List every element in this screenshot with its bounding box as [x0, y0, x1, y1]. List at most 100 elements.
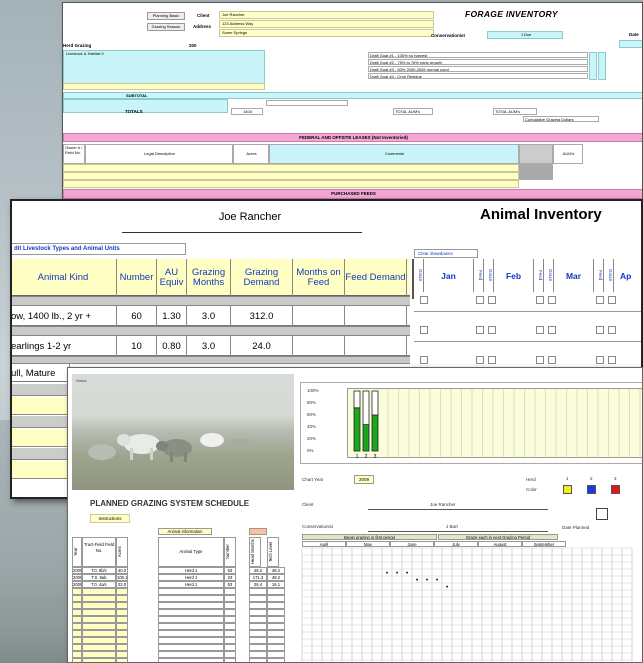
- schedule-cell-number[interactable]: [224, 637, 236, 644]
- lease-row-1[interactable]: [63, 164, 519, 172]
- schedule-cell-field[interactable]: [82, 623, 116, 630]
- row-animal-kind[interactable]: ow, 1400 lb., 2 yr +: [12, 306, 117, 326]
- schedule-cell-animal[interactable]: [158, 630, 224, 637]
- checkbox[interactable]: [548, 356, 556, 364]
- schedule-cell-year[interactable]: [72, 602, 82, 609]
- schedule-cell-tl[interactable]: 48.2: [267, 574, 285, 581]
- schedule-cell-number[interactable]: [224, 609, 236, 616]
- schedule-cell-year[interactable]: [72, 630, 82, 637]
- schedule-cell-tl[interactable]: [267, 651, 285, 658]
- schedule-cell-number[interactable]: 23: [224, 574, 236, 581]
- schedule-cell-field[interactable]: T.0. 8b/c: [82, 567, 116, 574]
- schedule-cell-animal[interactable]: [158, 602, 224, 609]
- schedule-cell-animal[interactable]: Herd 1: [158, 567, 224, 574]
- schedule-cell-year[interactable]: [72, 616, 82, 623]
- schedule-cell-hm[interactable]: [249, 609, 267, 616]
- checkbox[interactable]: [476, 356, 484, 364]
- checkbox[interactable]: [488, 326, 496, 334]
- grazing-period-mark[interactable]: •: [396, 571, 398, 577]
- schedule-cell-acres[interactable]: 22.0: [116, 581, 128, 588]
- checkbox[interactable]: [596, 356, 604, 364]
- schedule-cell-year[interactable]: [72, 637, 82, 644]
- herd-2-swatch[interactable]: [587, 485, 596, 494]
- checkbox[interactable]: [548, 296, 556, 304]
- row-number[interactable]: 60: [117, 306, 157, 326]
- schedule-cell-tl[interactable]: [267, 623, 285, 630]
- schedule-cell-hm[interactable]: [249, 630, 267, 637]
- schedule-cell-number[interactable]: [224, 623, 236, 630]
- schedule-cell-animal[interactable]: [158, 595, 224, 602]
- planning-basic-button[interactable]: Planning Basic: [147, 12, 185, 20]
- schedule-cell-year[interactable]: [72, 644, 82, 651]
- schedule-cell-acres[interactable]: [116, 644, 128, 651]
- schedule-cell-year[interactable]: [72, 595, 82, 602]
- row-number[interactable]: 10: [117, 336, 157, 356]
- schedule-cell-acres[interactable]: [116, 623, 128, 630]
- schedule-cell-acres[interactable]: [116, 602, 128, 609]
- schedule-cell-hm[interactable]: [249, 616, 267, 623]
- clear-drawdowns-button[interactable]: Clear drawdowns: [414, 249, 478, 258]
- schedule-cell-tl[interactable]: [267, 588, 285, 595]
- address-field-1[interactable]: 123 Address Way: [219, 20, 434, 28]
- livestock-notes-field[interactable]: Livestock & Habitat II: [63, 50, 265, 86]
- schedule-cell-field[interactable]: [82, 595, 116, 602]
- schedule-cell-field[interactable]: [82, 602, 116, 609]
- lease-row-3[interactable]: [63, 180, 519, 188]
- schedule-cell-tl[interactable]: [267, 616, 285, 623]
- schedule-cell-hm[interactable]: [249, 644, 267, 651]
- checkbox[interactable]: [596, 326, 604, 334]
- lease-row-2[interactable]: [63, 172, 519, 180]
- schedule-cell-animal[interactable]: [158, 588, 224, 595]
- checkbox[interactable]: [476, 296, 484, 304]
- schedule-cell-animal[interactable]: [158, 644, 224, 651]
- schedule-cell-acres[interactable]: [116, 637, 128, 644]
- schedule-cell-field[interactable]: [82, 588, 116, 595]
- schedule-cell-number[interactable]: [224, 644, 236, 651]
- schedule-cell-animal[interactable]: Herd 1: [158, 574, 224, 581]
- schedule-cell-acres[interactable]: [116, 609, 128, 616]
- grazing-period-mark[interactable]: •: [426, 578, 428, 584]
- checkbox[interactable]: [596, 296, 604, 304]
- schedule-cell-hm[interactable]: [249, 588, 267, 595]
- checkbox[interactable]: [536, 326, 544, 334]
- schedule-cell-acres[interactable]: [116, 651, 128, 658]
- row-animal-kind[interactable]: ull, Mature: [12, 364, 70, 382]
- address-field-2[interactable]: Some Springs: [219, 29, 434, 37]
- schedule-cell-field[interactable]: T.0. 8ab: [82, 574, 116, 581]
- schedule-cell-number[interactable]: [224, 658, 236, 662]
- schedule-cell-animal[interactable]: [158, 623, 224, 630]
- checkbox[interactable]: [548, 326, 556, 334]
- schedule-cell-acres[interactable]: 100.1: [116, 574, 128, 581]
- schedule-cell-number[interactable]: [224, 651, 236, 658]
- schedule-cell-number[interactable]: [224, 630, 236, 637]
- schedule-cell-year[interactable]: 2009: [72, 581, 82, 588]
- schedule-cell-hm[interactable]: [249, 602, 267, 609]
- schedule-cell-number[interactable]: [224, 602, 236, 609]
- schedule-cell-hm[interactable]: 48.2: [249, 567, 267, 574]
- checkbox[interactable]: [420, 326, 428, 334]
- schedule-cell-year[interactable]: [72, 609, 82, 616]
- schedule-cell-number[interactable]: 63: [224, 567, 236, 574]
- schedule-cell-year[interactable]: [72, 658, 82, 662]
- table-row[interactable]: [12, 461, 70, 479]
- grazing-period-mark[interactable]: •: [416, 578, 418, 584]
- schedule-cell-hm[interactable]: [249, 658, 267, 662]
- schedule-cell-hm[interactable]: 171.3: [249, 574, 267, 581]
- schedule-cell-animal[interactable]: [158, 609, 224, 616]
- schedule-cell-field[interactable]: [82, 630, 116, 637]
- schedule-cell-hm[interactable]: [249, 595, 267, 602]
- checkbox[interactable]: [420, 296, 428, 304]
- schedule-cell-tl[interactable]: [267, 595, 285, 602]
- drought-checks[interactable]: [589, 52, 597, 80]
- schedule-cell-field[interactable]: [82, 637, 116, 644]
- schedule-cell-field[interactable]: [82, 651, 116, 658]
- table-row[interactable]: [12, 429, 70, 447]
- schedule-cell-tl[interactable]: [267, 609, 285, 616]
- schedule-cell-hm[interactable]: [249, 623, 267, 630]
- instructions-button[interactable]: Instructions: [90, 514, 130, 523]
- schedule-cell-tl[interactable]: [267, 658, 285, 662]
- schedule-cell-number[interactable]: [224, 595, 236, 602]
- schedule-cell-year[interactable]: [72, 588, 82, 595]
- checkbox[interactable]: [420, 356, 428, 364]
- edit-livestock-button[interactable]: dit Livestock Types and Animal Units: [12, 243, 186, 255]
